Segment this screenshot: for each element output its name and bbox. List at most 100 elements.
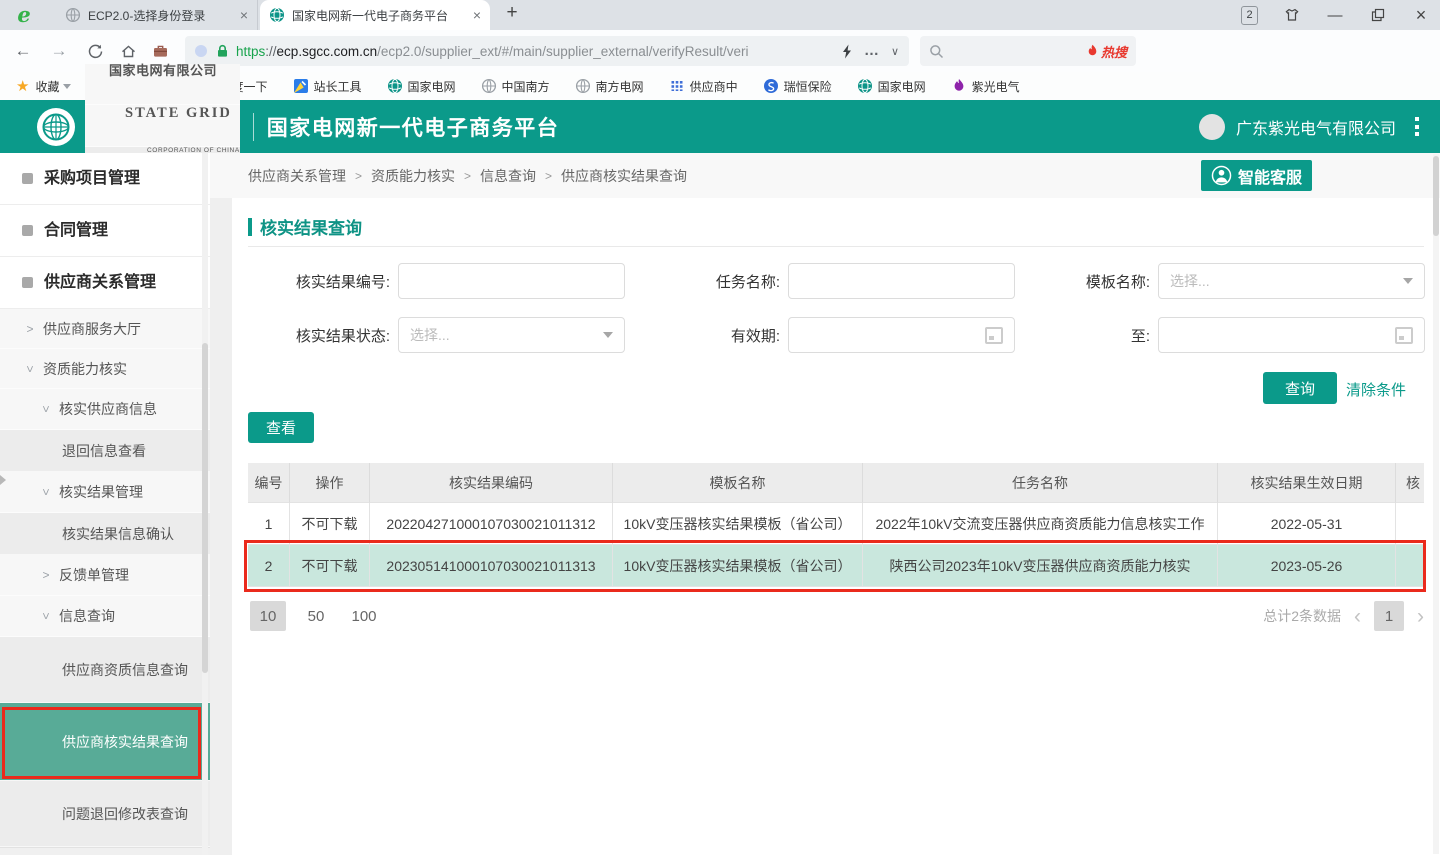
current-page-button[interactable]: 1: [1374, 601, 1404, 631]
bookmark-item[interactable]: 国家电网: [857, 78, 926, 95]
sidebar-item[interactable]: >供应商服务大厅: [0, 309, 210, 349]
select-placeholder: 选择...: [410, 325, 603, 345]
filter-input[interactable]: [398, 263, 625, 299]
sidebar-item[interactable]: >资质能力核实: [0, 349, 210, 389]
bookmark-label: 紫光电气: [972, 78, 1020, 95]
sidebar-item[interactable]: >信息查询: [0, 596, 210, 637]
sidebar-item-label: 核实结果信息确认: [62, 522, 174, 546]
search-icon: [929, 44, 944, 59]
pagination: 总计2条数据 ‹ 1 ›: [1263, 601, 1424, 631]
site-info-icon[interactable]: [195, 45, 207, 57]
table-cell: 1: [248, 503, 290, 545]
filter-date-input[interactable]: [788, 317, 1015, 353]
sidebar-item[interactable]: 采购项目管理: [0, 153, 210, 205]
bookmark-item[interactable]: 供应商中: [669, 78, 738, 95]
sidebar-item[interactable]: 供应商关系管理: [0, 257, 210, 309]
sidebar-item[interactable]: 退回信息查看: [0, 430, 210, 472]
page-size-option[interactable]: 50: [298, 601, 334, 631]
breadcrumb-item[interactable]: 信息查询: [480, 166, 536, 186]
tab-count-badge[interactable]: 2: [1241, 6, 1258, 25]
table-row[interactable]: 1不可下载20220427100010703002101131210kV变压器核…: [248, 503, 1424, 545]
address-bar[interactable]: https://ecp.sgcc.com.cn/ecp2.0/supplier_…: [185, 36, 909, 66]
select-placeholder: 选择...: [1170, 271, 1403, 291]
bookmark-item[interactable]: 国家电网: [387, 78, 456, 95]
filter-input[interactable]: [788, 263, 1015, 299]
page-size-option[interactable]: 100: [346, 601, 382, 631]
grid-blue-icon: [669, 78, 685, 94]
window-controls: 2 — ×: [1241, 0, 1430, 30]
hot-search-button[interactable]: 热搜: [1087, 42, 1127, 61]
filter-field: 核实结果编号:: [240, 263, 625, 299]
prev-page-button[interactable]: ‹: [1354, 606, 1361, 627]
table-cell: 202204271000107030021011312: [370, 503, 613, 545]
bookmark-item[interactable]: 瑞恒保险: [763, 78, 832, 95]
webmaster-tool-icon: [293, 78, 309, 94]
breadcrumb-item[interactable]: 供应商关系管理: [248, 166, 346, 186]
sidebar-item[interactable]: 供应商核实结果查询: [0, 703, 210, 781]
page-size-selector: 10 50 100: [250, 601, 394, 631]
url-text[interactable]: https://ecp.sgcc.com.cn/ecp2.0/supplier_…: [236, 44, 830, 59]
sidebar-item[interactable]: 问题退回修改表查询: [0, 781, 210, 847]
calendar-icon[interactable]: [1395, 327, 1413, 344]
browser-tab[interactable]: ECP2.0-选择身份登录×: [56, 0, 258, 30]
sidebar-item[interactable]: 核实结果信息确认: [0, 513, 210, 555]
sidebar-scrollbar[interactable]: [202, 153, 208, 855]
sidebar-item[interactable]: >核实供应商信息: [0, 389, 210, 430]
dropdown-caret-icon[interactable]: ∨: [891, 45, 899, 58]
bookmark-item[interactable]: 中国南方: [481, 78, 550, 95]
filter-label: 至:: [1000, 325, 1158, 346]
view-button[interactable]: 查看: [248, 412, 314, 443]
page-scrollbar[interactable]: [1433, 154, 1439, 854]
close-window-button[interactable]: ×: [1412, 6, 1430, 24]
table-cell: 10kV变压器核实结果模板（省公司）: [613, 503, 863, 545]
smart-service-button[interactable]: 智能客服: [1201, 160, 1312, 191]
filter-date-input[interactable]: [1158, 317, 1425, 353]
sidebar-item[interactable]: >反馈单管理: [0, 555, 210, 596]
sidebar-item-label: 信息查询: [59, 604, 115, 628]
tab-close-icon[interactable]: ×: [240, 8, 248, 22]
search-box[interactable]: 热搜: [920, 36, 1136, 66]
bookmark-label: 国家电网: [408, 78, 456, 95]
clear-filters-link[interactable]: 清除条件: [1346, 379, 1406, 400]
next-page-button[interactable]: ›: [1417, 606, 1424, 627]
sidebar-item[interactable]: 供应商资质信息查询: [0, 637, 210, 703]
query-button[interactable]: 查询: [1263, 372, 1337, 404]
sidebar-item-label: 反馈单管理: [59, 563, 129, 587]
favorites-label[interactable]: 收藏: [35, 78, 59, 95]
table-cell: 2: [248, 545, 290, 587]
sidebar-collapse-handle[interactable]: [0, 475, 6, 485]
bookmark-item[interactable]: 紫光电气: [951, 78, 1020, 95]
new-tab-button[interactable]: +: [500, 2, 524, 24]
page-size-option[interactable]: 10: [250, 601, 286, 631]
filter-select[interactable]: 选择...: [398, 317, 625, 353]
company-name[interactable]: 广东紫光电气有限公司: [1236, 115, 1396, 139]
sidebar-item[interactable]: 合同管理: [0, 205, 210, 257]
browser-logo-icon[interactable]: e: [12, 3, 36, 27]
kebab-menu-icon[interactable]: [1412, 114, 1422, 139]
favorites-caret-icon[interactable]: [63, 84, 71, 89]
sidebar-item-label: 供应商服务大厅: [43, 317, 141, 341]
tab-close-icon[interactable]: ×: [473, 8, 481, 22]
minimize-button[interactable]: —: [1326, 6, 1344, 24]
avatar[interactable]: [1199, 114, 1225, 140]
bookmark-item[interactable]: 站长工具: [293, 78, 362, 95]
browser-tab[interactable]: 国家电网新一代电子商务平台×: [260, 0, 490, 30]
more-options-icon[interactable]: …: [864, 48, 880, 54]
table-row[interactable]: 2不可下载20230514100010703002101131310kV变压器核…: [248, 545, 1424, 587]
bookmark-label: 南方电网: [596, 78, 644, 95]
breadcrumb: 供应商关系管理>资质能力核实>信息查询>供应商核实结果查询 智能客服: [210, 153, 1440, 198]
content-card: 核实结果查询 核实结果编号:任务名称:模板名称:选择...核实结果状态:选择..…: [232, 198, 1440, 855]
favorites-star-icon[interactable]: ★: [16, 77, 29, 95]
sidebar-item[interactable]: >核实结果管理: [0, 472, 210, 513]
service-person-icon: [1211, 165, 1232, 186]
platform-title: 国家电网新一代电子商务平台: [267, 112, 560, 142]
lightning-icon[interactable]: [841, 44, 853, 59]
restore-button[interactable]: [1369, 6, 1387, 24]
bookmark-item[interactable]: 南方电网: [575, 78, 644, 95]
back-button[interactable]: ←: [8, 30, 38, 72]
forward-button[interactable]: →: [44, 30, 74, 72]
theme-shirt-icon[interactable]: [1283, 6, 1301, 24]
filter-select[interactable]: 选择...: [1158, 263, 1425, 299]
filter-field: 任务名称:: [640, 263, 1015, 299]
breadcrumb-item[interactable]: 资质能力核实: [371, 166, 455, 186]
